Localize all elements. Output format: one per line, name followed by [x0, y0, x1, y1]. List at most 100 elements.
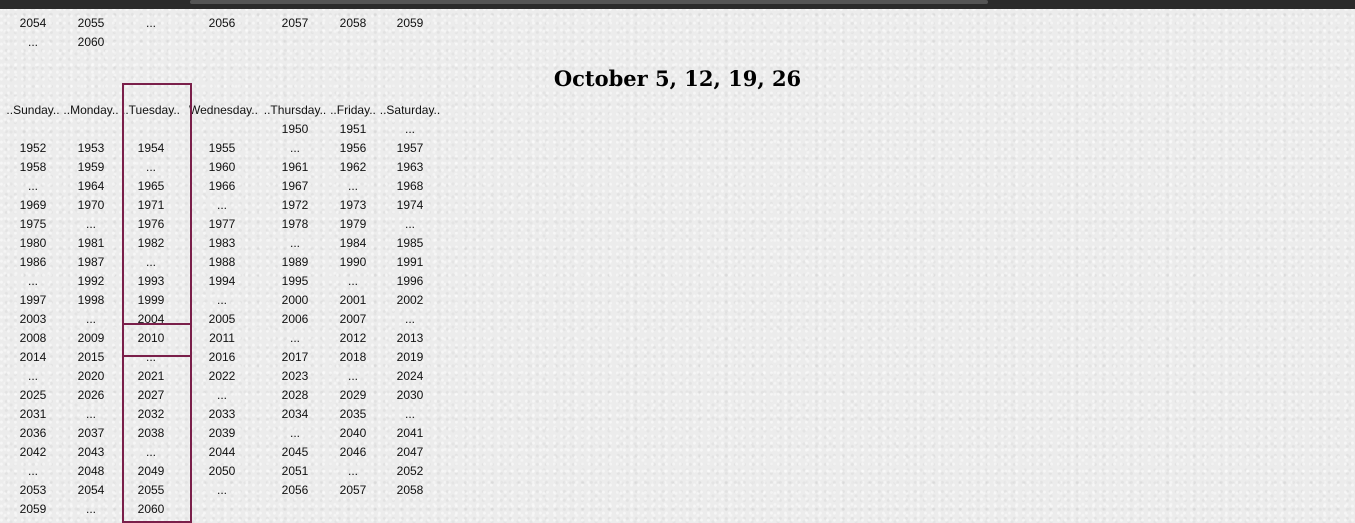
year-cell: ... — [347, 369, 358, 383]
year-cell: 1957 — [396, 141, 424, 155]
year-cell: 1986 — [19, 255, 47, 269]
year-cell: 2037 — [77, 426, 105, 440]
page-title: October 5, 12, 19, 26 — [553, 66, 802, 92]
year-cell: 1950 — [281, 122, 309, 136]
year-cell: 2043 — [77, 445, 105, 459]
year-cell: 1979 — [339, 217, 367, 231]
year-cell: ... — [404, 122, 415, 136]
year-cell: 2001 — [339, 293, 367, 307]
year-cell: ... — [289, 331, 300, 345]
year-cell: 2057 — [281, 16, 309, 30]
year-cell: 2028 — [281, 388, 309, 402]
year-cell: 2008 — [19, 331, 47, 345]
year-cell: 1973 — [339, 198, 367, 212]
horizontal-scrollbar[interactable] — [190, 0, 988, 4]
year-cell: 1988 — [208, 255, 236, 269]
year-cell: 2054 — [77, 483, 105, 497]
year-cell: 1956 — [339, 141, 367, 155]
year-cell: ... — [404, 407, 415, 421]
year-cell: 1994 — [208, 274, 236, 288]
highlighted-year-cell — [122, 323, 192, 357]
year-cell: 2056 — [208, 16, 236, 30]
year-cell: ... — [85, 407, 96, 421]
year-cell: 1977 — [208, 217, 236, 231]
year-cell: 2016 — [208, 350, 236, 364]
year-cell: 2048 — [77, 464, 105, 478]
year-cell: 2056 — [281, 483, 309, 497]
year-cell: 2059 — [396, 16, 424, 30]
year-cell: 1980 — [19, 236, 47, 250]
year-cell: ... — [347, 179, 358, 193]
year-cell: 2022 — [208, 369, 236, 383]
year-cell: ... — [27, 179, 38, 193]
year-cell: ... — [27, 464, 38, 478]
year-cell: 1951 — [339, 122, 367, 136]
year-cell: ... — [27, 274, 38, 288]
year-cell: 2017 — [281, 350, 309, 364]
year-cell: 2029 — [339, 388, 367, 402]
year-cell: 2007 — [339, 312, 367, 326]
year-cell: 2026 — [77, 388, 105, 402]
year-cell: 1974 — [396, 198, 424, 212]
year-cell: 2040 — [339, 426, 367, 440]
tuesday-column-highlight — [122, 83, 192, 523]
year-cell: ... — [216, 198, 227, 212]
year-cell: 1991 — [396, 255, 424, 269]
year-cell: 2058 — [339, 16, 367, 30]
year-cell: 1983 — [208, 236, 236, 250]
year-cell: 1963 — [396, 160, 424, 174]
year-cell: 2036 — [19, 426, 47, 440]
year-cell: 2044 — [208, 445, 236, 459]
year-cell: 2039 — [208, 426, 236, 440]
year-cell: ... — [289, 426, 300, 440]
year-cell: ... — [145, 16, 156, 30]
year-cell: 2030 — [396, 388, 424, 402]
year-cell: 1975 — [19, 217, 47, 231]
weekday-header: ..Sunday.. — [6, 103, 60, 117]
year-cell: 1995 — [281, 274, 309, 288]
year-cell: 2015 — [77, 350, 105, 364]
year-cell: 1967 — [281, 179, 309, 193]
year-cell: 1962 — [339, 160, 367, 174]
year-cell: 1955 — [208, 141, 236, 155]
year-cell: ... — [347, 464, 358, 478]
year-cell: ... — [404, 312, 415, 326]
year-cell: 1998 — [77, 293, 105, 307]
year-cell: 1978 — [281, 217, 309, 231]
year-cell: 2052 — [396, 464, 424, 478]
year-cell: 2058 — [396, 483, 424, 497]
year-cell: 2003 — [19, 312, 47, 326]
year-cell: 2013 — [396, 331, 424, 345]
year-cell: 1958 — [19, 160, 47, 174]
year-cell: 2000 — [281, 293, 309, 307]
weekday-header: ..Saturday.. — [379, 103, 441, 117]
year-cell: 1953 — [77, 141, 105, 155]
year-cell: 1952 — [19, 141, 47, 155]
year-cell: 1964 — [77, 179, 105, 193]
year-cell: 1961 — [281, 160, 309, 174]
year-cell: 2060 — [77, 35, 105, 49]
year-cell: 2020 — [77, 369, 105, 383]
year-cell: 1990 — [339, 255, 367, 269]
year-cell: 2025 — [19, 388, 47, 402]
year-cell: 1959 — [77, 160, 105, 174]
year-cell: ... — [27, 35, 38, 49]
year-cell: 1981 — [77, 236, 105, 250]
year-cell: 2019 — [396, 350, 424, 364]
year-cell: 2035 — [339, 407, 367, 421]
year-cell: ... — [289, 141, 300, 155]
year-cell: 2005 — [208, 312, 236, 326]
browser-top-bar — [0, 0, 1355, 9]
year-cell: 2014 — [19, 350, 47, 364]
year-cell: 1972 — [281, 198, 309, 212]
year-cell: 1996 — [396, 274, 424, 288]
year-cell: ... — [347, 274, 358, 288]
year-cell: 1985 — [396, 236, 424, 250]
year-cell: 2024 — [396, 369, 424, 383]
year-cell: 2053 — [19, 483, 47, 497]
year-cell: 2023 — [281, 369, 309, 383]
weekday-header: ..Thursday.. — [263, 103, 327, 117]
year-cell: 1966 — [208, 179, 236, 193]
year-cell: 2002 — [396, 293, 424, 307]
year-cell: 2059 — [19, 502, 47, 516]
